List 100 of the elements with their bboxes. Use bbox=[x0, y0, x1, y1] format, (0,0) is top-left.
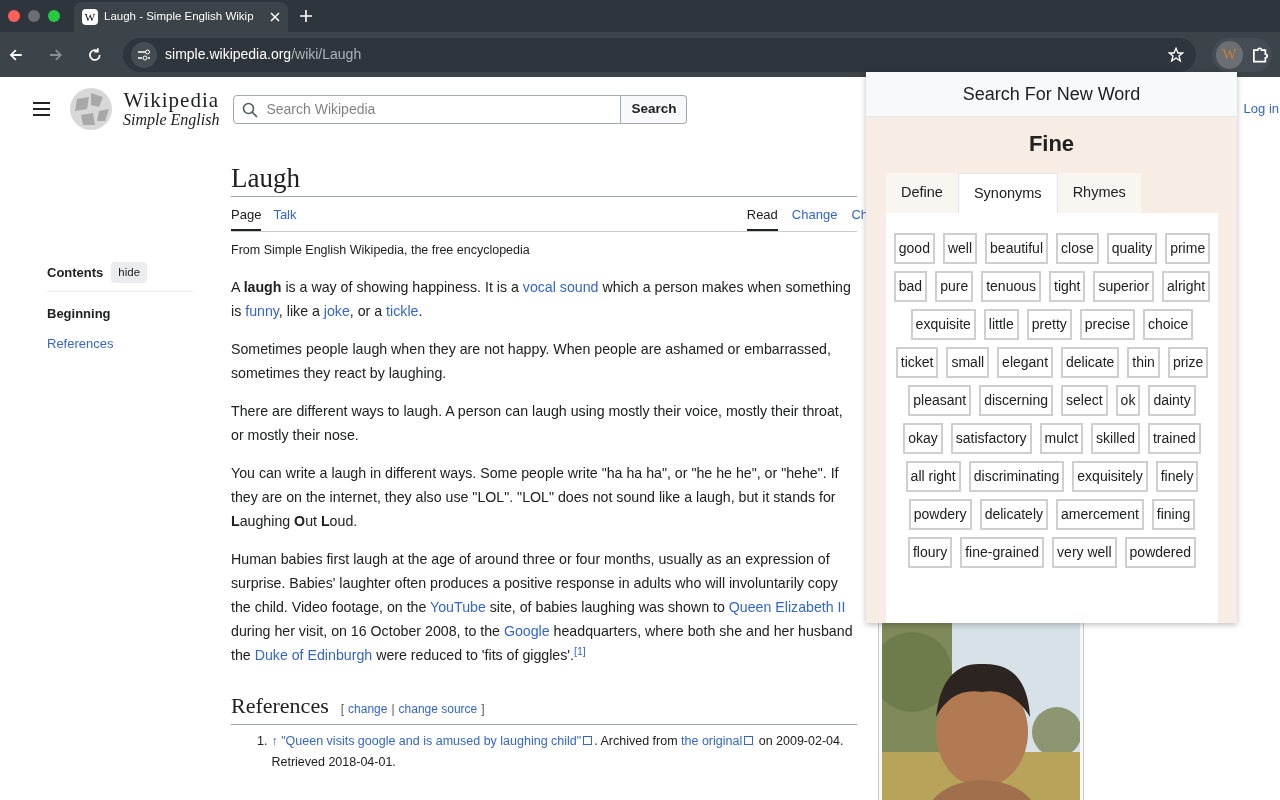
page-tab[interactable]: Read bbox=[746, 205, 778, 231]
word-chip[interactable]: finely bbox=[1155, 461, 1199, 492]
word-chip[interactable]: floury bbox=[907, 537, 953, 568]
page-tab[interactable]: Page bbox=[231, 205, 262, 231]
word-chip[interactable]: elegant bbox=[997, 347, 1054, 378]
paragraph: Human babies first laugh at the age of around three or four months, usually as an expression of surprise. Babies' laughter often produces a positive response in adults who will involuntarily copy the child. Video footage, on the YouTube site, of babies laughing was shown to Queen Elizabeth II during her visit, on 16 October 2008, to the Google headquarters, where both she and her husband the Duke of Edinburgh were reduced to 'fits of giggles'.$^{[1]}$ bbox=[231, 550, 854, 666]
word-chip[interactable]: close bbox=[1056, 233, 1099, 264]
address-bar[interactable]: simple.wikipedia.org/wiki/Laugh bbox=[123, 37, 1196, 72]
external-link-icon bbox=[744, 736, 754, 746]
word-chip[interactable]: pretty bbox=[1026, 309, 1072, 340]
word-chip[interactable]: discriminating bbox=[968, 461, 1065, 492]
word-chip[interactable]: thin bbox=[1127, 347, 1160, 378]
popup-header[interactable]: Search For New Word bbox=[866, 72, 1237, 117]
wikipedia-globe-icon bbox=[69, 87, 113, 131]
word-chip[interactable]: fine-grained bbox=[960, 537, 1045, 568]
word-chip[interactable]: select bbox=[1061, 385, 1108, 416]
external-link-icon bbox=[583, 736, 593, 746]
change-link[interactable]: change bbox=[348, 700, 388, 719]
puzzle-icon[interactable] bbox=[1250, 45, 1268, 64]
word-chip[interactable]: prize bbox=[1167, 347, 1209, 378]
popup-tab[interactable]: Define bbox=[886, 173, 958, 213]
word-chip[interactable]: quality bbox=[1106, 233, 1158, 264]
reference-text: ↑ "Queen visits google and is amused by laughing child" . Archived from the original on 2009-02-04. Retrieved 2018-04-01. bbox=[271, 733, 845, 772]
word-chip[interactable]: beautiful bbox=[985, 233, 1048, 264]
back-link[interactable]: ↑ bbox=[271, 734, 278, 749]
wordmark: Wikipedia bbox=[123, 89, 220, 111]
word-chip[interactable]: prime bbox=[1165, 233, 1211, 264]
word-chip[interactable]: choice bbox=[1142, 309, 1194, 340]
word-chip[interactable]: alright bbox=[1162, 271, 1211, 302]
word-chip[interactable]: tight bbox=[1049, 271, 1086, 302]
word-chip[interactable]: tenuous bbox=[981, 271, 1041, 302]
word-chip[interactable]: little bbox=[983, 309, 1019, 340]
site-settings-icon[interactable] bbox=[131, 41, 158, 68]
word-chip[interactable]: delicately bbox=[979, 499, 1048, 530]
word-chip[interactable]: superior bbox=[1093, 271, 1155, 302]
contents-item[interactable]: Beginning bbox=[47, 304, 193, 324]
word-chip[interactable]: trained bbox=[1147, 423, 1201, 454]
paragraph: Sometimes people laugh when they are not happy. When people are ashamed or embarrassed, sometimes they react by laughing. bbox=[231, 340, 832, 384]
popup-word: Fine bbox=[1027, 130, 1076, 158]
word-chip[interactable]: all right bbox=[905, 461, 961, 492]
reference-link[interactable]: the original bbox=[681, 734, 743, 749]
word-chip[interactable]: amercement bbox=[1056, 499, 1144, 530]
word-chip[interactable]: powdered bbox=[1124, 537, 1197, 568]
article-link[interactable]: Google bbox=[503, 623, 550, 640]
word-chip[interactable]: small bbox=[946, 347, 990, 378]
article-link[interactable]: vocal sound bbox=[522, 279, 599, 296]
article-link[interactable]: joke bbox=[323, 303, 350, 320]
word-chip[interactable]: bad bbox=[893, 271, 928, 302]
word-chip[interactable]: mulct bbox=[1039, 423, 1084, 454]
word-chip[interactable]: skilled bbox=[1091, 423, 1140, 454]
search-icon bbox=[242, 101, 259, 118]
word-chip[interactable]: delicate bbox=[1061, 347, 1120, 378]
word-chip[interactable]: discerning bbox=[979, 385, 1053, 416]
bookmark-star-icon[interactable] bbox=[1168, 46, 1184, 63]
reference-number: 1. bbox=[257, 733, 268, 751]
word-chip[interactable]: pure bbox=[935, 271, 974, 302]
wikipedia-favicon-icon: W bbox=[82, 9, 98, 25]
paragraph: There are different ways to laugh. A person can laugh using mostly their voice, mostly their throat, or mostly their nose. bbox=[231, 402, 844, 446]
popup-tab[interactable]: Synonyms bbox=[957, 173, 1058, 213]
close-icon[interactable] bbox=[270, 12, 280, 22]
word-chip[interactable]: satisfactory bbox=[950, 423, 1032, 454]
word-chip[interactable]: fining bbox=[1151, 499, 1196, 530]
word-chip[interactable]: pleasant bbox=[908, 385, 972, 416]
word-chip[interactable]: dainty bbox=[1148, 385, 1196, 416]
article-link[interactable]: Queen Elizabeth II bbox=[728, 599, 846, 616]
bracket: [ bbox=[340, 701, 345, 719]
word-chip[interactable]: powdery bbox=[908, 499, 972, 530]
word-chip[interactable]: okay bbox=[903, 423, 943, 454]
word-chip[interactable]: precise bbox=[1079, 309, 1135, 340]
paragraph: You can write a laugh in different ways. Some people write "ha ha ha", or "he he he", or "hehe". If they are on the internet, they also use "LOL". "LOL" does not sound like a laugh, but it stands for Laughing Out Loud. bbox=[231, 464, 840, 532]
page-tab[interactable]: Talk bbox=[273, 205, 297, 231]
new-tab-icon[interactable] bbox=[300, 10, 312, 22]
article-link[interactable]: YouTube bbox=[430, 599, 486, 616]
search-field[interactable]: Search Wikipedia bbox=[233, 94, 622, 124]
paragraph: A laugh is a way of showing happiness. It is a vocal sound which a person makes when something is funny, like a joke, or a tickle. bbox=[231, 278, 852, 322]
word-chip[interactable]: exquisitely bbox=[1072, 461, 1148, 492]
references-heading: References bbox=[231, 692, 329, 721]
search-button[interactable]: Search bbox=[621, 94, 688, 124]
menu-icon[interactable] bbox=[33, 102, 50, 116]
tagline: Simple English bbox=[123, 111, 220, 129]
word-chip[interactable]: very well bbox=[1052, 537, 1117, 568]
word-chip[interactable]: ok bbox=[1115, 385, 1141, 416]
word-chip[interactable]: exquisite bbox=[910, 309, 976, 340]
reload-icon[interactable] bbox=[87, 46, 104, 63]
hide-button[interactable]: hide bbox=[111, 262, 148, 284]
article-link[interactable]: funny bbox=[245, 303, 279, 320]
word-chip[interactable]: ticket bbox=[895, 347, 939, 378]
change-source-link[interactable]: change source bbox=[398, 700, 478, 719]
contents-item[interactable]: References bbox=[47, 333, 193, 354]
page-tab[interactable]: Change bbox=[791, 205, 838, 231]
word-chip[interactable]: well bbox=[942, 233, 978, 264]
article-link[interactable]: Duke of Edinburgh bbox=[254, 647, 373, 664]
reference-link[interactable]: "Queen visits google and is amused by laughing child" bbox=[281, 734, 582, 749]
word-chip[interactable]: good bbox=[893, 233, 935, 264]
tab-title: Laugh - Simple English Wikip bbox=[104, 9, 255, 25]
log-in-link[interactable]: Log in bbox=[1243, 99, 1279, 119]
browser-tab[interactable]: W Laugh - Simple English Wikip bbox=[74, 2, 288, 32]
article-subtitle: From Simple English Wikipedia, the free encyclopedia bbox=[231, 241, 531, 259]
popup-tab[interactable]: Rhymes bbox=[1057, 173, 1141, 213]
footnote-link[interactable]: [1] bbox=[574, 644, 586, 657]
